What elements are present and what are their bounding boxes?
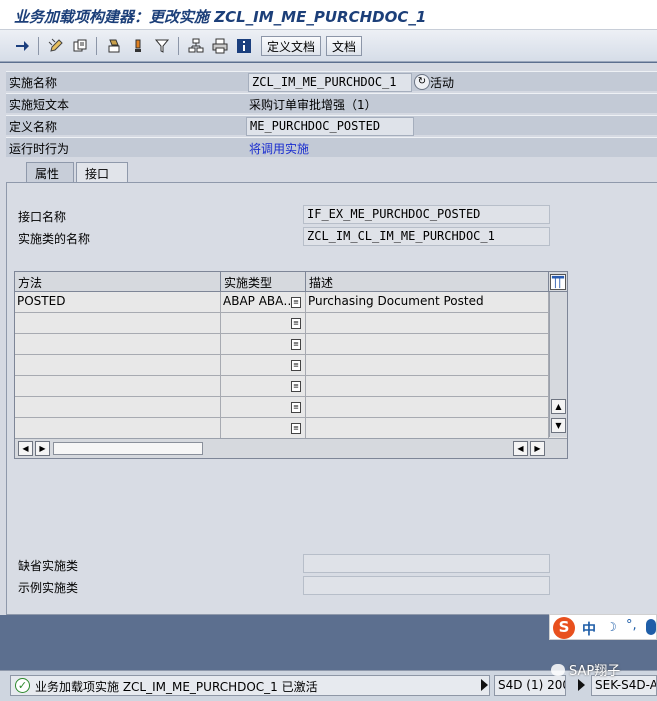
sogou-logo-icon[interactable]: S xyxy=(553,617,575,639)
runtime-behavior-label: 运行时行为 xyxy=(9,142,70,156)
activate-icon[interactable] xyxy=(104,36,124,56)
success-check-icon: ✓ xyxy=(15,678,30,693)
table-row[interactable]: ≡ xyxy=(15,334,549,355)
documentation-button[interactable]: 文档 xyxy=(326,36,363,56)
column-header-method[interactable]: 方法 xyxy=(15,272,221,292)
value-help-icon[interactable]: ≡ xyxy=(291,297,301,308)
table-row[interactable]: ≡ xyxy=(15,313,549,334)
impl-class-label: 实施类的名称 xyxy=(18,232,91,246)
method-cell: POSTED xyxy=(15,292,221,312)
horizontal-scrollbar[interactable]: ◀ ▶ ◀ ▶ xyxy=(15,438,567,458)
impl-short-text-row: 实施短文本 采购订单审批增强（1） xyxy=(6,93,657,113)
status-message[interactable]: ✓ 业务加载项实施 ZCL_IM_ME_PURCHDOC_1 已激活 xyxy=(10,675,490,696)
impl-short-text-field[interactable]: 采购订单审批增强（1） xyxy=(246,95,486,114)
ime-language-toggle[interactable]: 中 xyxy=(582,619,596,639)
horizontal-scroll-thumb[interactable] xyxy=(53,442,203,455)
where-used-icon[interactable] xyxy=(152,36,172,56)
column-header-description[interactable]: 描述 xyxy=(306,272,549,292)
impl-status-text: 活动 xyxy=(430,76,455,90)
scroll-left-icon[interactable]: ◀ xyxy=(18,441,33,456)
ime-punctuation-icon[interactable]: °, xyxy=(626,618,637,633)
table-row[interactable]: ≡ xyxy=(15,418,549,439)
description-cell: Purchasing Document Posted xyxy=(306,292,549,312)
runtime-behavior-row: 运行时行为 将调用实施 xyxy=(6,137,657,157)
ime-toolbar: S 中 ☽ °, xyxy=(549,614,657,640)
scroll-left-end-icon[interactable]: ◀ xyxy=(513,441,528,456)
info-icon[interactable] xyxy=(234,36,254,56)
other-object-icon[interactable] xyxy=(70,36,90,56)
table-row[interactable]: POSTED ABAP ABA… ≡ Purchasing Document P… xyxy=(15,292,549,313)
table-row[interactable]: ≡ xyxy=(15,355,549,376)
impl-name-label: 实施名称 xyxy=(9,76,58,90)
description-cell xyxy=(306,334,549,354)
definition-name-label: 定义名称 xyxy=(9,120,58,134)
value-help-icon[interactable]: ≡ xyxy=(291,339,301,350)
default-class-label: 缺省实施类 xyxy=(18,559,79,573)
sample-class-label: 示例实施类 xyxy=(18,581,79,595)
scroll-up-icon[interactable]: ▲ xyxy=(551,399,566,414)
method-cell xyxy=(15,313,221,333)
runtime-behavior-link[interactable]: 将调用实施 xyxy=(246,139,406,158)
window-title-bar: 业务加载项构建器：更改实施 ZCL_IM_ME_PURCHDOC_1 xyxy=(0,0,657,30)
tab-interface[interactable]: 接口 xyxy=(76,162,128,183)
watermark-text: SAP翔子 xyxy=(569,664,621,679)
value-help-icon[interactable]: ≡ xyxy=(291,402,301,413)
back-arrow-icon[interactable] xyxy=(12,36,32,56)
methods-table-header: 方法 实施类型 描述 xyxy=(15,272,567,292)
sample-class-field[interactable] xyxy=(303,576,550,595)
ime-moon-icon[interactable]: ☽ xyxy=(606,620,617,634)
column-header-impl-type[interactable]: 实施类型 xyxy=(221,272,306,292)
system-expand-arrow-icon[interactable] xyxy=(578,679,585,691)
description-cell xyxy=(306,355,549,375)
scroll-right-icon[interactable]: ▶ xyxy=(35,441,50,456)
interface-tab-panel: 接口名称 IF_EX_ME_PURCHDOC_POSTED 实施类的名称 ZCL… xyxy=(6,182,657,615)
window-title: 业务加载项构建器：更改实施 ZCL_IM_ME_PURCHDOC_1 xyxy=(14,8,427,26)
table-row[interactable]: ≡ xyxy=(15,397,549,418)
definition-name-row: 定义名称 ME_PURCHDOC_POSTED xyxy=(6,115,657,136)
methods-table: 方法 实施类型 描述 POSTED ABAP ABA… ≡ Purchasing… xyxy=(14,271,568,459)
check-icon[interactable] xyxy=(128,36,148,56)
default-class-field[interactable] xyxy=(303,554,550,573)
method-cell xyxy=(15,355,221,375)
scroll-down-icon[interactable]: ▼ xyxy=(551,418,566,433)
ime-microphone-icon[interactable] xyxy=(646,619,656,635)
description-cell xyxy=(306,418,549,438)
toggle-display-change-icon[interactable] xyxy=(46,36,66,56)
value-help-icon[interactable]: ≡ xyxy=(291,423,301,434)
definition-docu-button[interactable]: 定义文档 xyxy=(261,36,322,56)
status-refresh-icon[interactable]: ↻ xyxy=(414,74,430,90)
description-cell xyxy=(306,376,549,396)
method-cell xyxy=(15,418,221,438)
print-icon[interactable] xyxy=(210,36,230,56)
application-toolbar: 定义文档 文档 xyxy=(0,30,657,62)
impl-name-row: 实施名称 ZCL_IM_ME_PURCHDOC_1 ↻ 活动 xyxy=(6,71,657,92)
status-expand-arrow-icon[interactable] xyxy=(481,679,488,691)
impl-short-text-label: 实施短文本 xyxy=(9,98,70,112)
main-content: 实施名称 ZCL_IM_ME_PURCHDOC_1 ↻ 活动 实施短文本 采购订… xyxy=(0,63,657,615)
description-cell xyxy=(306,313,549,333)
method-cell xyxy=(15,376,221,396)
tab-attributes[interactable]: 属性 xyxy=(26,162,74,182)
value-help-icon[interactable]: ≡ xyxy=(291,360,301,371)
hierarchy-icon[interactable] xyxy=(186,36,206,56)
value-help-icon[interactable]: ≡ xyxy=(291,381,301,392)
description-cell xyxy=(306,397,549,417)
impl-name-field[interactable]: ZCL_IM_ME_PURCHDOC_1 xyxy=(248,73,412,92)
value-help-icon[interactable]: ≡ xyxy=(291,318,301,329)
scroll-right-end-icon[interactable]: ▶ xyxy=(530,441,545,456)
method-cell xyxy=(15,397,221,417)
impl-class-field[interactable]: ZCL_IM_CL_IM_ME_PURCHDOC_1 xyxy=(303,227,550,246)
table-settings-icon[interactable] xyxy=(550,274,566,290)
wechat-icon xyxy=(551,664,565,676)
method-cell xyxy=(15,334,221,354)
interface-name-label: 接口名称 xyxy=(18,210,67,224)
watermark: SAP翔子 xyxy=(551,660,620,679)
status-message-text: 业务加载项实施 ZCL_IM_ME_PURCHDOC_1 已激活 xyxy=(35,680,318,694)
vertical-scrollbar[interactable]: ▲ ▼ xyxy=(549,292,567,437)
table-row[interactable]: ≡ xyxy=(15,376,549,397)
definition-name-field[interactable]: ME_PURCHDOC_POSTED xyxy=(246,117,414,136)
interface-name-field[interactable]: IF_EX_ME_PURCHDOC_POSTED xyxy=(303,205,550,224)
